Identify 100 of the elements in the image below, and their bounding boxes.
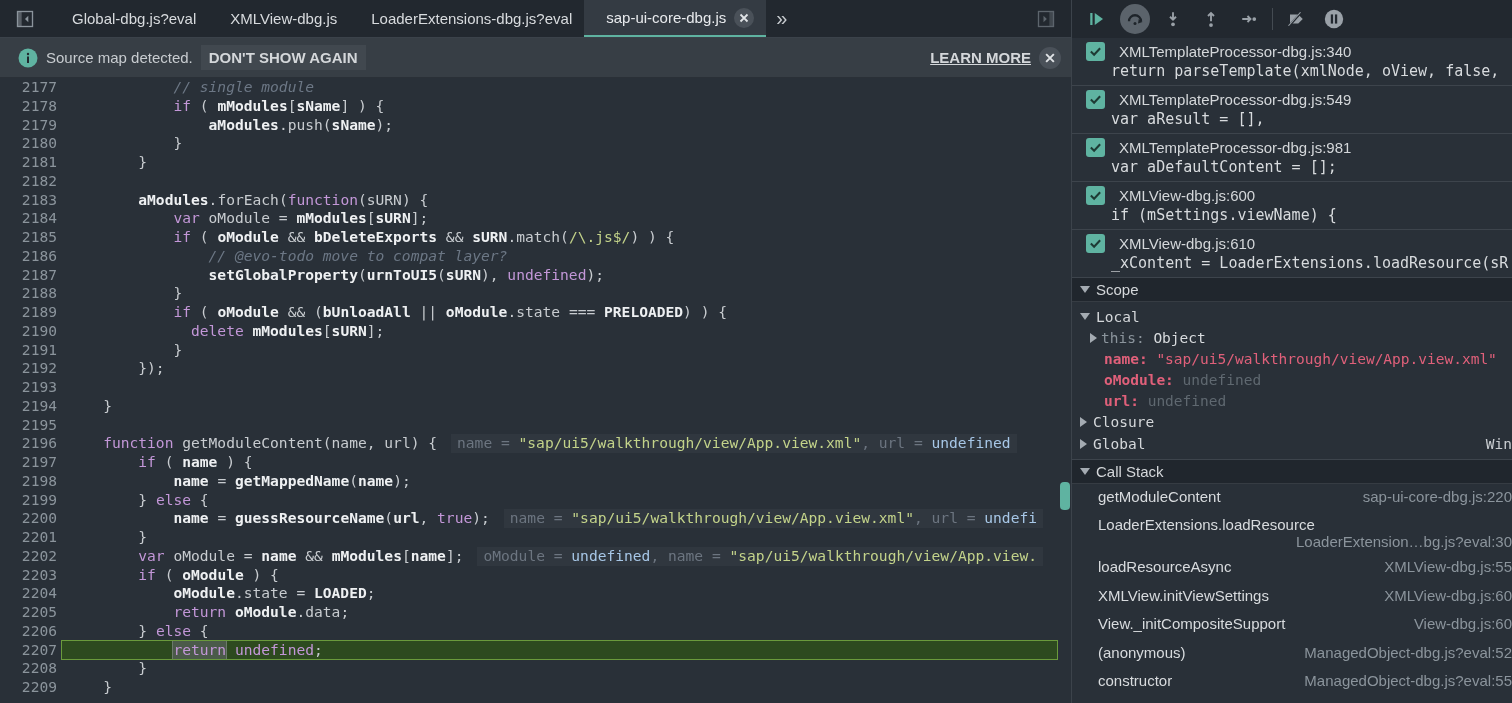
scope-group[interactable]: Local <box>1096 308 1140 325</box>
inline-value: name = "sap/ui5/walkthrough/view/App.view.xml", url = undefined <box>451 434 1017 453</box>
line-number: 2200 <box>20 509 58 528</box>
code-line: } <box>137 659 149 678</box>
scope-value: Win <box>1485 435 1512 452</box>
line-number: 2204 <box>20 584 58 603</box>
code-line: return oModule.data; <box>172 603 351 622</box>
call-frame[interactable]: constructor ManagedObject-dbg.js?eval:55 <box>1072 668 1512 697</box>
section-header[interactable]: Scope <box>1072 278 1512 302</box>
breakpoint-location: XMLView-dbg.js:610 <box>1119 234 1256 252</box>
line-number: 2201 <box>20 528 58 547</box>
line-number: 2205 <box>20 603 58 622</box>
line-number: 2194 <box>20 396 58 416</box>
code-line: // single module <box>172 78 315 97</box>
file-tab[interactable]: LoaderExtensions-dbg.js?eval <box>349 0 585 37</box>
call-frame[interactable]: LoaderExtensions.loadResource LoaderExtension…bg.js?eval:30 <box>1072 512 1512 554</box>
breakpoint-code: return parseTemplate(xmlNode, oView, false, <box>1110 62 1501 80</box>
line-number: 2177 <box>20 78 58 97</box>
code-line: aModules.push(sName); <box>207 115 395 135</box>
breakpoint-location: XMLTemplateProcessor-dbg.js:981 <box>1119 138 1352 156</box>
sidebar-toggle-icon[interactable] <box>1036 8 1056 29</box>
checkbox[interactable] <box>1086 137 1105 157</box>
sidebar-toggle-icon[interactable] <box>15 8 35 29</box>
infobar-message: Source map detected. <box>46 49 193 66</box>
code-line: } else { <box>137 490 210 510</box>
line-number: 2198 <box>20 471 58 491</box>
breakpoint-location: XMLTemplateProcessor-dbg.js:340 <box>1119 42 1352 60</box>
more-tabs[interactable]: » <box>766 0 798 37</box>
section-title[interactable]: Scope <box>1096 281 1139 298</box>
expand-toggle-icon[interactable] <box>1080 417 1087 428</box>
expand-toggle-icon[interactable] <box>1080 313 1090 321</box>
breakpoint-location: XMLView-dbg.js:600 <box>1119 186 1256 204</box>
line-number: 2193 <box>20 378 58 397</box>
checkbox[interactable] <box>1086 41 1105 61</box>
checkbox[interactable] <box>1086 185 1105 205</box>
breakpoint-code: if (mSettings.viewName) { <box>1110 206 1338 224</box>
call-frame[interactable]: XMLView.initViewSettings XMLView-dbg.js:60 <box>1072 582 1512 611</box>
step-over-button[interactable] <box>1120 4 1150 34</box>
code-line: } else { <box>137 621 210 641</box>
code-line: } <box>137 153 149 172</box>
call-frame[interactable]: (anonymous) ManagedObject-dbg.js?eval:52 <box>1072 639 1512 668</box>
breakpoint-location: XMLTemplateProcessor-dbg.js:549 <box>1119 90 1352 108</box>
scrollbar-thumb[interactable] <box>1060 482 1070 510</box>
code-line: } <box>172 340 184 360</box>
line-number: 2206 <box>20 621 58 641</box>
scope-variable: url: undefined <box>1104 393 1227 409</box>
line-number: 2182 <box>20 171 58 191</box>
scope-variable: oModule: undefined <box>1104 372 1262 388</box>
line-number: 2203 <box>20 565 58 585</box>
section-header[interactable]: Call Stack <box>1072 459 1512 484</box>
breakpoint-code: _xContent = LoaderExtensions.loadResource(sR <box>1110 254 1510 272</box>
scope-variable: name: "sap/ui5/walkthrough/view/App.view.xml" <box>1104 351 1497 367</box>
expand-toggle-icon[interactable] <box>1080 438 1087 449</box>
inline-value: name = "sap/ui5/walkthrough/view/App.view.xml", url = undefi <box>503 509 1043 528</box>
code-line: } <box>137 528 149 547</box>
line-number: 2208 <box>20 659 58 678</box>
call-frame[interactable]: getModuleContent sap-ui-core-dbg.js:220 <box>1072 483 1512 512</box>
dont-show-again-button[interactable]: DON'T SHOW AGAIN <box>200 45 366 70</box>
code-line: } <box>172 134 184 153</box>
code-line: if ( oModule ) { <box>137 565 280 585</box>
scope-group[interactable]: Global <box>1093 435 1146 452</box>
code-line: } <box>102 396 113 416</box>
file-tab[interactable]: sap-ui-core-dbg.js <box>584 0 767 37</box>
code-line: var oModule = name && mModules[name]; oModule = undefined, name = "sap/ui5/walkthrough/view/App.view. <box>62 546 1057 566</box>
file-tab[interactable]: Global-dbg.js?eval <box>50 0 209 37</box>
call-frame[interactable]: loadResourceAsync XMLView-dbg.js:55 <box>1072 554 1512 583</box>
code-line: var oModule = mModules[sURN]; <box>172 209 430 228</box>
scope-group[interactable]: Closure <box>1093 414 1155 431</box>
line-number: 2179 <box>20 115 58 135</box>
checkbox[interactable] <box>1086 233 1105 253</box>
code-line: oModule.state = LOADED; <box>172 584 377 603</box>
expand-toggle-icon[interactable] <box>1080 467 1090 475</box>
code-line: // @evo-todo move to compat layer? <box>207 246 509 266</box>
breakpoint-code: var aResult = [], <box>1110 110 1266 128</box>
file-tab[interactable]: XMLView-dbg.js <box>208 0 350 37</box>
section-title[interactable]: Call Stack <box>1096 462 1164 480</box>
close-icon[interactable] <box>734 7 755 28</box>
line-number: 2196 <box>20 434 58 453</box>
code-line: name = guessResourceName(url, true); name = "sap/ui5/walkthrough/view/App.view.xml", url = undefi <box>62 509 1057 528</box>
code-line: function getModuleContent(name, url) { name = "sap/ui5/walkthrough/view/App.view.xml", url = undefined <box>62 434 1057 453</box>
code-line: name = getMappedName(name); <box>172 471 412 491</box>
line-number: 2189 <box>20 303 58 322</box>
code-line: } <box>172 284 184 303</box>
expand-toggle-icon[interactable] <box>1090 333 1097 343</box>
code-line: }); <box>137 359 166 378</box>
code-line: delete mModules[sURN]; <box>190 321 386 341</box>
code-line: setGlobalProperty(urnToUI5(sURN), undefined); <box>207 265 605 285</box>
line-number: 2188 <box>20 284 58 303</box>
line-number: 2178 <box>20 96 58 116</box>
expand-toggle-icon[interactable] <box>1080 286 1090 293</box>
line-number: 2191 <box>20 340 58 360</box>
call-frame[interactable]: View._initCompositeSupport View-dbg.js:60 <box>1072 611 1512 640</box>
line-number: 2187 <box>20 265 58 285</box>
code-line: aModules.forEach(function(sURN) { <box>137 190 430 210</box>
close-icon[interactable] <box>1039 46 1061 69</box>
line-number: 2181 <box>20 153 58 172</box>
checkbox[interactable] <box>1086 89 1105 109</box>
learn-more-link[interactable]: LEARN MORE <box>930 49 1031 66</box>
inline-value: oModule = undefined, name = "sap/ui5/walkthrough/view/App.view. <box>477 546 1043 566</box>
line-number: 2185 <box>20 228 58 247</box>
